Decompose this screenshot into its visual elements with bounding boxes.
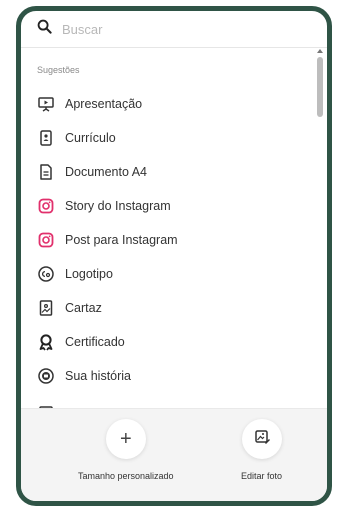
- suggestion-item-your-story[interactable]: Sua história: [37, 363, 307, 389]
- resume-icon: [37, 129, 55, 147]
- document-icon: [37, 163, 55, 181]
- suggestion-item-poster[interactable]: Cartaz: [37, 295, 307, 321]
- certificate-icon: [37, 333, 55, 351]
- search-icon: [37, 19, 52, 39]
- list-scrollbar[interactable]: [315, 47, 325, 417]
- search-input[interactable]: [60, 20, 264, 38]
- suggestion-item-a4-document[interactable]: Documento A4: [37, 159, 307, 185]
- suggestion-item-instagram-post[interactable]: Post para Instagram: [37, 227, 307, 253]
- suggestions-title: Sugestões: [37, 65, 80, 75]
- suggestion-label: Post para Instagram: [65, 233, 178, 247]
- plus-icon: +: [119, 428, 132, 450]
- suggestion-label: Documento A4: [65, 165, 147, 179]
- suggestion-item-certificate[interactable]: Certificado: [37, 329, 307, 355]
- presentation-icon: [37, 95, 55, 113]
- edit-photo-icon: [253, 428, 271, 451]
- suggestions-list: Sugestões Apresentação Currículo Documen…: [21, 47, 315, 417]
- custom-size-button[interactable]: + Tamanho personalizado: [78, 419, 174, 481]
- instagram-icon: [37, 231, 55, 249]
- suggestion-label: Apresentação: [65, 97, 143, 111]
- suggestion-label: Currículo: [65, 131, 116, 145]
- suggestion-item-instagram-story[interactable]: Story do Instagram: [37, 193, 307, 219]
- custom-size-circle[interactable]: +: [105, 419, 146, 459]
- scroll-up-arrow[interactable]: [317, 49, 323, 53]
- edit-photo-button[interactable]: Editar foto: [241, 419, 282, 481]
- suggestion-item-presentation[interactable]: Apresentação: [37, 91, 307, 117]
- instagram-icon: [37, 197, 55, 215]
- search-bar[interactable]: [21, 11, 327, 48]
- edit-photo-label: Editar foto: [241, 471, 283, 481]
- mobile-frame: Sugestões Apresentação: [16, 6, 332, 506]
- suggestion-item-logo[interactable]: Logotipo: [37, 261, 307, 287]
- suggestion-label: Sua história: [65, 369, 132, 383]
- poster-icon: [37, 299, 55, 317]
- custom-size-label: Tamanho personalizado: [78, 471, 174, 481]
- logo-icon: [37, 265, 55, 283]
- quick-actions-bar: + Tamanho personalizado Editar foto: [21, 408, 327, 501]
- suggestion-label: Story do Instagram: [65, 199, 171, 213]
- suggestion-label: Certificado: [65, 335, 125, 349]
- scrollbar-thumb[interactable]: [317, 57, 323, 117]
- edit-photo-circle[interactable]: [241, 419, 282, 459]
- suggestion-label: Logotipo: [65, 267, 113, 281]
- story-icon: [37, 367, 55, 385]
- suggestion-item-resume[interactable]: Currículo: [37, 125, 307, 151]
- suggestion-label: Cartaz: [65, 301, 102, 315]
